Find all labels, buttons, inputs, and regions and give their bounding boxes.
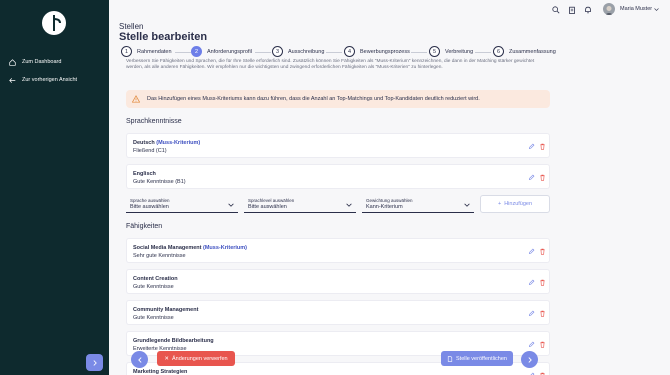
user-menu[interactable]: Maria Muster [620, 6, 659, 12]
avatar[interactable] [603, 3, 615, 15]
language-level-select[interactable]: Sprachlevel auswählen Bitte auswählen [244, 195, 356, 213]
step-number: 4 [344, 46, 355, 57]
publish-label: Stelle veröffentlichen [456, 355, 507, 362]
select-label: Sprachlevel auswählen [248, 198, 295, 203]
expand-button[interactable] [86, 354, 103, 371]
search-icon[interactable] [551, 5, 560, 14]
pencil-icon[interactable] [528, 174, 535, 181]
select-value: Bitte auswählen [130, 204, 169, 210]
step-ausschreibung[interactable]: 3 Ausschreibung [272, 46, 324, 57]
chevron-right-icon [93, 359, 97, 366]
skill-card: Social Media Management (Muss-Kriterium)… [126, 238, 550, 263]
warning-text: Das Hinzufügen eines Muss-Kriteriums kan… [147, 96, 480, 102]
step-number: 3 [272, 46, 283, 57]
step-number: 2 [191, 46, 202, 57]
step-number: 1 [121, 46, 132, 57]
sidebar: Zum Dashboard Zur vorherigen Ansicht [0, 0, 109, 375]
select-value: Bitte auswählen [248, 204, 287, 210]
step-number: 5 [429, 46, 440, 57]
skill-name: Social Media Management [133, 245, 202, 251]
chevron-left-icon [137, 356, 142, 363]
skill-name: Content Creation [133, 276, 178, 282]
publish-button[interactable]: Stelle veröffentlichen [441, 351, 513, 366]
pencil-icon[interactable] [528, 248, 535, 255]
warning-icon [132, 95, 140, 103]
sidebar-item-dashboard[interactable]: Zum Dashboard [8, 58, 61, 66]
skill-card: Community Management Gute Kenntnisse [126, 300, 550, 325]
muss-badge: (Muss-Kriterium) [203, 245, 248, 251]
trash-icon[interactable] [539, 341, 546, 348]
sidebar-item-back[interactable]: Zur vorherigen Ansicht [8, 76, 77, 84]
plus-icon: + [497, 201, 502, 207]
step-verbreitung[interactable]: 5 Verbreitung [429, 46, 473, 57]
step-zusammenfassung[interactable]: 6 Zusammenfassung [493, 46, 556, 57]
bell-icon[interactable] [583, 5, 592, 14]
pencil-icon[interactable] [528, 143, 535, 150]
language-level: Fließend (C1) [133, 148, 167, 154]
weight-select[interactable]: Gewichtung auswählen Kann-Kriterium [362, 195, 474, 213]
skill-name: Grundlegende Bildbearbeitung [133, 338, 214, 344]
trash-icon[interactable] [539, 248, 546, 255]
step-rahmendaten[interactable]: 1 Rahmendaten [121, 46, 172, 57]
skill-name: Marketing Strategien [133, 369, 188, 375]
skill-level: Gute Kenntnisse [133, 315, 174, 321]
add-language-button[interactable]: + Hinzufügen [480, 195, 550, 213]
muss-badge: (Muss-Kriterium) [156, 140, 201, 146]
step-label: Ausschreibung [288, 48, 325, 55]
skill-card: Content Creation Gute Kenntnisse [126, 269, 550, 294]
close-icon: ✕ [164, 355, 169, 362]
skill-level: Gute Kenntnisse [133, 284, 174, 290]
section-title-languages: Sprachkenntnisse [126, 118, 182, 125]
chevron-down-icon [654, 7, 659, 11]
add-label: Hinzufügen [504, 201, 533, 207]
trash-icon[interactable] [539, 310, 546, 317]
chevron-right-icon [527, 356, 532, 363]
language-card: Deutsch (Muss-Kriterium) Fließend (C1) [126, 133, 550, 158]
trash-icon[interactable] [539, 279, 546, 286]
step-label: Zusammenfassung [509, 48, 556, 55]
pencil-icon[interactable] [528, 279, 535, 286]
step-label: Rahmendaten [137, 48, 172, 55]
sidebar-item-label: Zur vorherigen Ansicht [22, 77, 78, 83]
step-number: 6 [493, 46, 504, 57]
pencil-icon[interactable] [528, 341, 535, 348]
home-icon [8, 58, 16, 66]
warning-banner: Das Hinzufügen eines Muss-Kriteriums kan… [126, 90, 550, 108]
file-icon [447, 355, 453, 362]
chevron-down-icon [228, 203, 234, 207]
language-name: Englisch [133, 171, 156, 177]
language-name: Deutsch [133, 140, 155, 146]
discard-changes-button[interactable]: ✕ Änderungen verwerfen [157, 351, 235, 366]
pencil-icon[interactable] [528, 310, 535, 317]
skill-name: Community Management [133, 307, 199, 313]
next-step-button[interactable] [521, 351, 538, 368]
select-value: Kann-Kriterium [366, 204, 403, 210]
discard-label: Änderungen verwerfen [171, 355, 228, 362]
skill-level: Sehr gute Kenntnisse [133, 253, 186, 259]
step-bewerbungsprozess[interactable]: 4 Bewerbungsprozess [344, 46, 410, 57]
step-label: Bewerbungsprozess [360, 48, 410, 55]
step-label: Verbreitung [445, 48, 474, 55]
previous-step-button[interactable] [131, 351, 148, 368]
step-anforderungsprofil[interactable]: 2 Anforderungsprofil [191, 46, 252, 57]
user-name: Maria Muster [620, 6, 653, 12]
step-label: Anforderungsprofil [207, 48, 252, 55]
chevron-down-icon [346, 203, 352, 207]
language-select[interactable]: Sprache auswählen Bitte auswählen [126, 195, 238, 213]
trash-icon[interactable] [539, 143, 546, 150]
language-level: Gute Kenntnisse (B1) [133, 179, 186, 185]
trash-icon[interactable] [539, 174, 546, 181]
select-label: Gewichtung auswählen [366, 198, 413, 203]
page-title: Stelle bearbeiten [119, 31, 208, 43]
language-card: Englisch Gute Kenntnisse (B1) [126, 164, 550, 189]
chevron-down-icon [464, 203, 470, 207]
sidebar-item-label: Zum Dashboard [22, 59, 62, 65]
intro-text: Verbessern Sie Fähigkeiten und Sprachen,… [126, 59, 535, 70]
logo-icon [42, 11, 66, 35]
clipboard-icon[interactable] [567, 5, 576, 14]
arrow-left-icon [8, 76, 16, 84]
section-title-skills: Fähigkeiten [126, 223, 163, 230]
select-label: Sprache auswählen [130, 198, 170, 203]
breadcrumb: Stellen [119, 22, 144, 31]
